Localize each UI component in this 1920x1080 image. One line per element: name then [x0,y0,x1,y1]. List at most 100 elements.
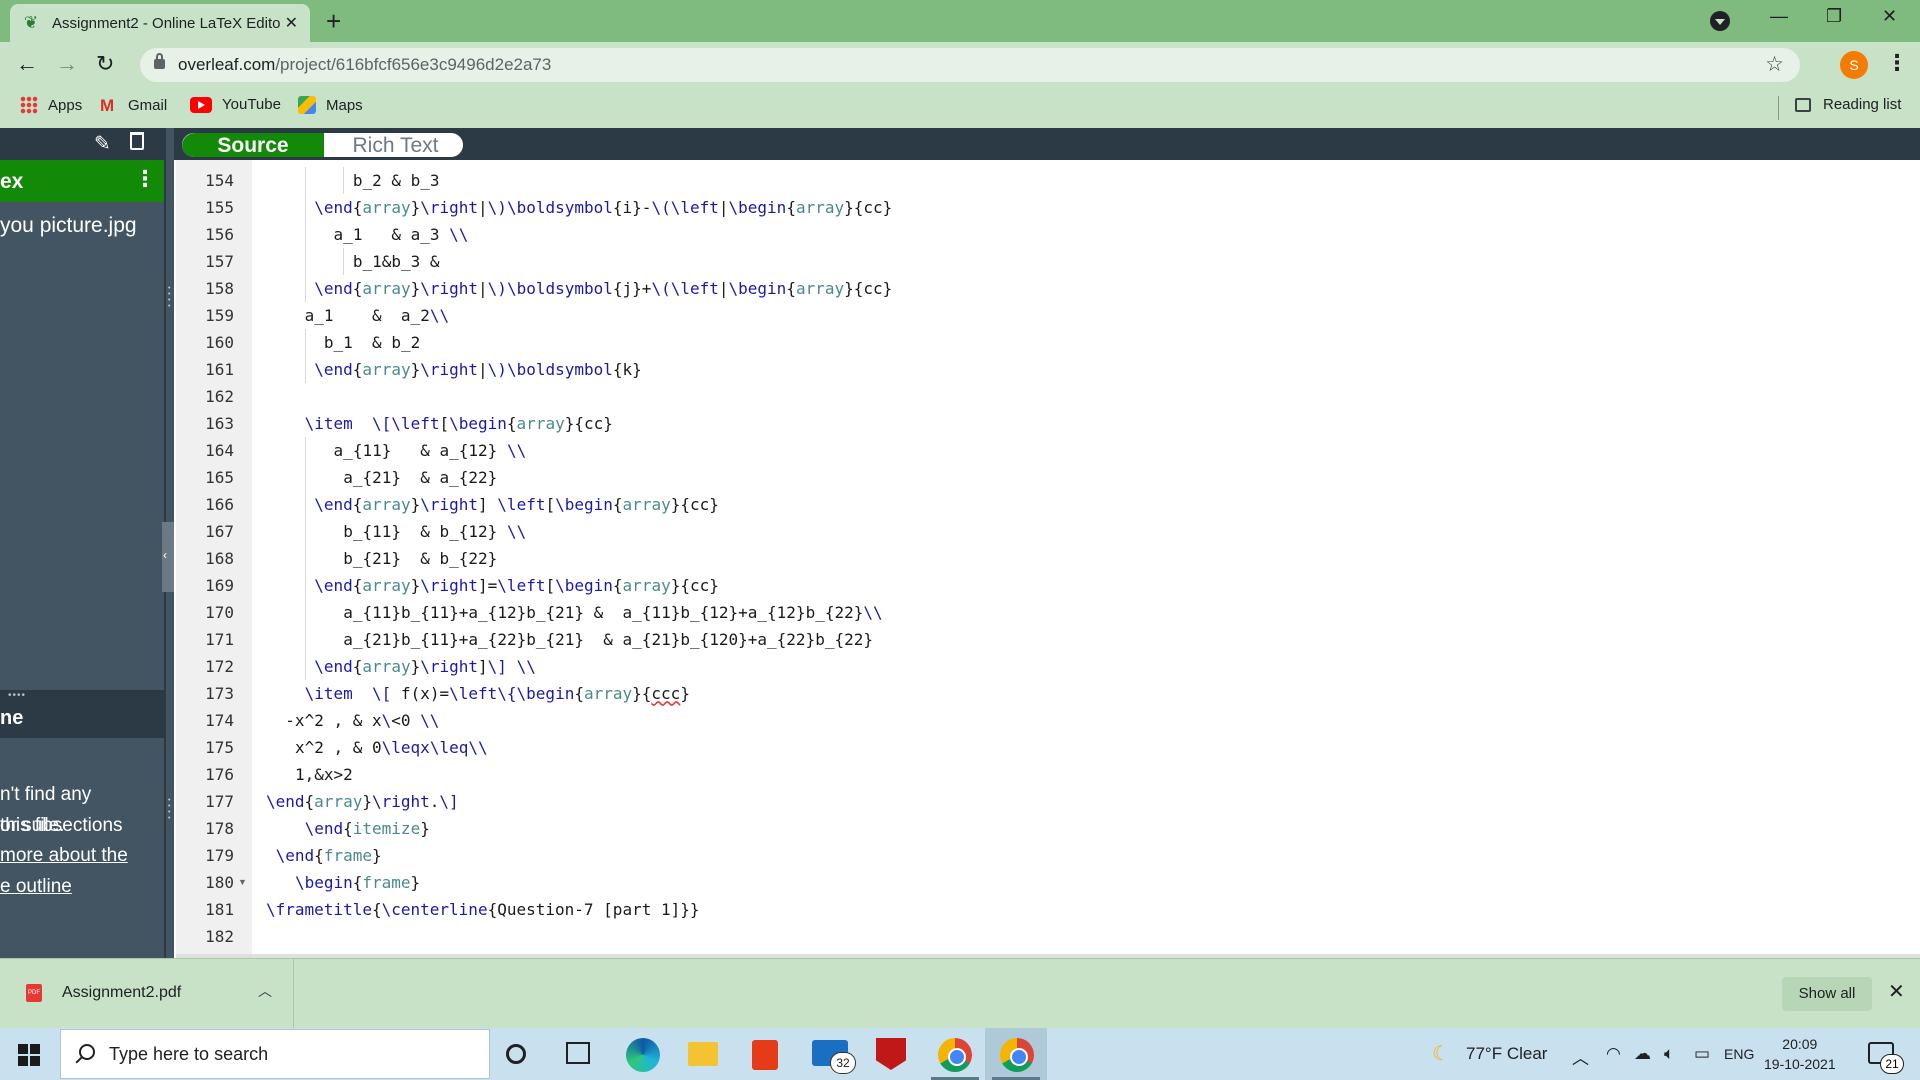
indent-guide [304,572,306,600]
code-line[interactable] [252,383,1920,410]
code-line[interactable]: b_1 & b_2 [252,329,1920,356]
office-icon[interactable] [752,1040,778,1070]
close-window-icon[interactable]: ✕ [1882,6,1897,27]
outline-link-line[interactable]: e outline [0,872,128,903]
edge-browser-icon[interactable] [626,1038,660,1072]
code-line[interactable]: \end{array}\right|\)\boldsymbol{i}-\(\le… [252,194,1920,221]
file-menu-icon[interactable]: ⋮ [134,166,156,192]
delete-trash-icon[interactable] [130,132,144,150]
code-line[interactable]: b_{21} & b_{22} [252,545,1920,572]
line-number: 160 [205,333,234,353]
code-line[interactable]: -x^2 , & x\<0 \\ [252,707,1920,734]
code-line[interactable]: \end{itemize} [252,815,1920,842]
code-line[interactable]: \end{array}\right]\] \\ [252,653,1920,680]
indent-guide [304,545,306,573]
close-shelf-icon[interactable]: ✕ [1888,979,1905,1004]
code-line[interactable]: a_{21} & a_{22} [252,464,1920,491]
windows-start-icon[interactable] [18,1044,40,1066]
new-tab-icon[interactable]: + [326,6,341,37]
weather-moon-icon[interactable]: ☾ [1432,1041,1450,1066]
code-line[interactable]: a_{11}b_{11}+a_{12}b_{21} & a_{11}b_{12}… [252,599,1920,626]
download-item[interactable]: PDF Assignment2.pdf ︿ [0,959,294,1029]
resizer-grip-icon[interactable]: • • • • [168,797,170,822]
line-number: 174 [205,711,234,731]
file-explorer-icon[interactable] [688,1042,718,1066]
line-number: 181 [205,900,234,920]
network-icon[interactable]: ◠ [1606,1044,1621,1064]
lock-icon[interactable] [154,53,165,69]
bookmark-youtube[interactable]: YouTube [190,96,281,113]
cortana-icon[interactable] [506,1044,526,1064]
code-line[interactable]: \item \[ f(x)=\left\{\begin{array}{ccc} [252,680,1920,707]
code-line[interactable]: b_1&b_3 & [252,248,1920,275]
rename-pencil-icon[interactable]: ✎ [94,131,111,156]
task-view-icon[interactable] [566,1042,590,1064]
system-clock[interactable]: 20:09 19-10-2021 [1764,1034,1836,1074]
volume-icon[interactable]: 🔈︎ [1664,1044,1674,1064]
browser-tab[interactable]: ❦ Assignment2 - Online LaTeX Editor ✕ [10,4,310,42]
code-line[interactable]: x^2 , & 0\leqx\leq\\ [252,734,1920,761]
battery-icon[interactable]: ▭ [1694,1044,1710,1064]
youtube-icon [190,96,212,113]
apps-grid-icon [20,96,38,114]
code-line[interactable]: \frametitle{\centerline{Question-7 [part… [252,896,1920,923]
line-number: 178 [205,819,234,839]
chrome-icon[interactable] [938,1038,972,1072]
address-bar[interactable]: overleaf.com/project/616bfcf656e3c9496d2… [140,48,1800,82]
file-item-image[interactable]: you picture.jpg [0,214,137,238]
indent-guide [304,194,306,222]
language-indicator[interactable]: ENG [1724,1046,1754,1062]
outline-header[interactable]: ne [0,698,164,738]
outline-link-line[interactable]: more about the [0,841,128,872]
taskbar-search-box[interactable]: Type here to search [60,1029,490,1079]
bookmark-star-icon[interactable]: ☆ [1765,52,1784,77]
code-line[interactable] [252,923,1920,950]
bookmark-gmail[interactable]: Gmail [100,96,167,114]
resizer-grip-icon[interactable]: • • • • [168,285,170,310]
code-line[interactable]: \end{array}\right]=\left[\begin{array}{c… [252,572,1920,599]
code-line[interactable]: \begin{frame} [252,869,1920,896]
chevron-up-icon[interactable]: ︿ [258,981,272,1001]
line-number: 157 [205,252,234,272]
bookmark-apps[interactable]: Apps [20,96,82,114]
source-mode-button[interactable]: Source [182,133,324,157]
restore-icon[interactable]: ❐ [1826,6,1842,27]
reading-list-button[interactable]: Reading list [1795,96,1901,113]
minimize-icon[interactable]: — [1770,6,1788,27]
onedrive-cloud-icon[interactable]: ☁ [1634,1044,1651,1064]
chrome-profile-icon[interactable] [1000,1038,1034,1072]
code-line[interactable]: \end{array}\right.\] [252,788,1920,815]
file-item-active[interactable]: ex ⋮ [0,160,164,202]
code-editor[interactable]: b_2 & b_3 \end{array}\right|\)\boldsymbol… [252,160,1920,958]
browser-menu-icon[interactable]: ⋮ [1886,50,1908,76]
code-line[interactable]: a_1 & a_3 \\ [252,221,1920,248]
tab-close-icon[interactable]: ✕ [285,13,298,33]
tab-search-icon[interactable] [1710,11,1730,31]
code-line[interactable]: a_1 & a_2\\ [252,302,1920,329]
overleaf-leaf-icon: ❦ [23,13,39,32]
code-line[interactable]: a_{21}b_{11}+a_{22}b_{21} & a_{21}b_{120… [252,626,1920,653]
fold-arrow-icon[interactable]: ▼ [238,869,247,896]
rich-text-mode-button[interactable]: Rich Text [324,133,463,157]
bookmark-maps[interactable]: Maps [298,96,363,114]
back-arrow-icon[interactable]: ← [16,51,38,77]
code-line[interactable]: \end{frame} [252,842,1920,869]
code-line[interactable]: \item \[\left[\begin{array}{cc} [252,410,1920,437]
forward-arrow-icon[interactable]: → [56,51,78,77]
code-line[interactable]: b_{11} & b_{12} \\ [252,518,1920,545]
weather-text[interactable]: 77°F Clear [1466,1044,1547,1064]
code-line[interactable]: \end{array}\right|\)\boldsymbol{j}+\(\le… [252,275,1920,302]
code-line[interactable]: \end{array}\right|\)\boldsymbol{k} [252,356,1920,383]
reload-icon[interactable]: ↻ [96,51,114,77]
profile-avatar[interactable]: S [1840,51,1868,79]
mcafee-icon[interactable] [876,1038,906,1070]
code-line[interactable]: a_{11} & a_{12} \\ [252,437,1920,464]
show-all-button[interactable]: Show all [1782,977,1872,1011]
outline-learn-more-link[interactable]: more about the e outline [0,841,128,902]
code-line[interactable]: b_2 & b_3 [252,167,1920,194]
code-line[interactable]: 1,&x>2 [252,761,1920,788]
url-text: overleaf.com/project/616bfcf656e3c9496d2… [178,55,552,74]
code-line[interactable]: \end{array}\right] \left[\begin{array}{c… [252,491,1920,518]
chevron-up-tray-icon[interactable]: ︿ [1572,1044,1589,1069]
collapse-sidebar-button[interactable]: ‹ [162,522,174,592]
